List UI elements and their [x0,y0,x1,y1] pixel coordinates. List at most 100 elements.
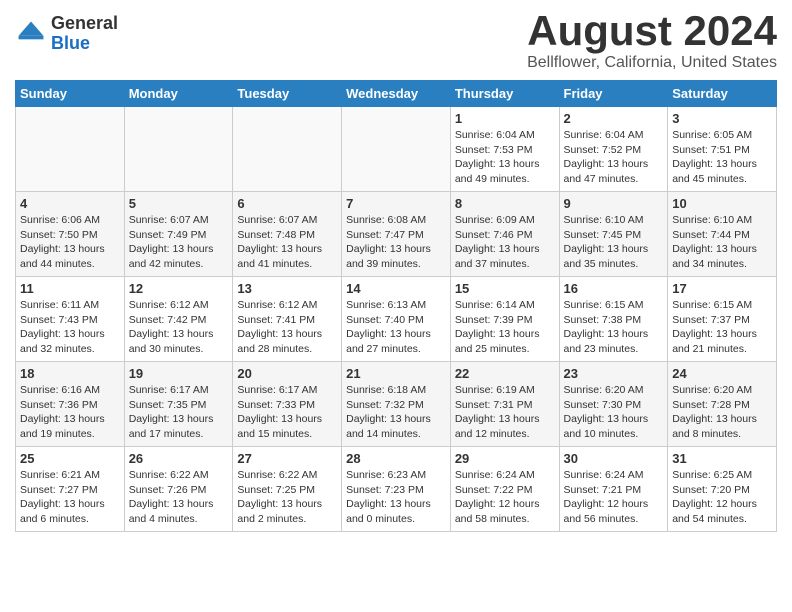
day-number: 22 [455,366,555,381]
day-cell: 28 Sunrise: 6:23 AMSunset: 7:23 PMDayligh… [342,447,451,532]
day-cell: 21Sunrise: 6:18 AMSunset: 7:32 PMDayligh… [342,362,451,447]
day-info: Sunrise: 6:07 AMSunset: 7:48 PMDaylight:… [237,213,337,272]
day-number: 20 [237,366,337,381]
day-cell: 13Sunrise: 6:12 AMSunset: 7:41 PMDayligh… [233,277,342,362]
day-number: 6 [237,196,337,211]
day-cell: 9Sunrise: 6:10 AMSunset: 7:45 PMDaylight… [559,192,668,277]
day-cell: 20 Sunrise: 6:17 AMSunset: 7:33 PMDayligh… [233,362,342,447]
week-row-1: 1 Sunrise: 6:04 AMSunset: 7:53 PMDaylight… [16,107,777,192]
day-number: 30 [564,451,664,466]
day-info: Sunrise: 6:05 AMSunset: 7:51 PMDaylight:… [672,128,772,187]
day-info: Sunrise: 6:09 AMSunset: 7:46 PMDaylight:… [455,213,555,272]
day-number: 24 [672,366,772,381]
day-info: Sunrise: 6:15 AMSunset: 7:37 PMDaylight:… [672,298,772,357]
day-number: 8 [455,196,555,211]
day-cell: 16 Sunrise: 6:15 AMSunset: 7:38 PMDayligh… [559,277,668,362]
day-info: Sunrise: 6:12 AMSunset: 7:41 PMDaylight:… [237,298,337,357]
day-number: 16 [564,281,664,296]
day-info: Sunrise: 6:23 AMSunset: 7:23 PMDaylight:… [346,468,446,527]
day-cell: 1 Sunrise: 6:04 AMSunset: 7:53 PMDaylight… [450,107,559,192]
calendar-title: August 2024 [527,10,777,52]
day-info: Sunrise: 6:12 AMSunset: 7:42 PMDaylight:… [129,298,229,357]
day-cell [16,107,125,192]
day-info: Sunrise: 6:17 AMSunset: 7:33 PMDaylight:… [237,383,337,442]
day-info: Sunrise: 6:08 AMSunset: 7:47 PMDaylight:… [346,213,446,272]
day-number: 17 [672,281,772,296]
day-cell: 17 Sunrise: 6:15 AMSunset: 7:37 PMDayligh… [668,277,777,362]
day-info: Sunrise: 6:11 AMSunset: 7:43 PMDaylight:… [20,298,120,357]
day-cell: 7 Sunrise: 6:08 AMSunset: 7:47 PMDaylight… [342,192,451,277]
day-cell: 4 Sunrise: 6:06 AMSunset: 7:50 PMDaylight… [16,192,125,277]
day-info: Sunrise: 6:04 AMSunset: 7:53 PMDaylight:… [455,128,555,187]
day-number: 12 [129,281,229,296]
day-number: 2 [564,111,664,126]
day-info: Sunrise: 6:21 AMSunset: 7:27 PMDaylight:… [20,468,120,527]
day-cell: 18 Sunrise: 6:16 AMSunset: 7:36 PMDayligh… [16,362,125,447]
day-info: Sunrise: 6:14 AMSunset: 7:39 PMDaylight:… [455,298,555,357]
day-cell: 2 Sunrise: 6:04 AMSunset: 7:52 PMDaylight… [559,107,668,192]
day-info: Sunrise: 6:25 AMSunset: 7:20 PMDaylight:… [672,468,772,527]
day-number: 28 [346,451,446,466]
day-cell: 10 Sunrise: 6:10 AMSunset: 7:44 PMDayligh… [668,192,777,277]
week-row-5: 25Sunrise: 6:21 AMSunset: 7:27 PMDayligh… [16,447,777,532]
day-cell: 15Sunrise: 6:14 AMSunset: 7:39 PMDayligh… [450,277,559,362]
day-cell: 6 Sunrise: 6:07 AMSunset: 7:48 PMDaylight… [233,192,342,277]
day-info: Sunrise: 6:20 AMSunset: 7:30 PMDaylight:… [564,383,664,442]
page-header: General Blue August 2024 Bellflower, Cal… [15,10,777,72]
week-row-2: 4 Sunrise: 6:06 AMSunset: 7:50 PMDaylight… [16,192,777,277]
header-monday: Monday [124,81,233,107]
title-area: August 2024 Bellflower, California, Unit… [527,10,777,72]
day-info: Sunrise: 6:24 AMSunset: 7:21 PMDaylight:… [564,468,664,527]
day-cell [233,107,342,192]
day-info: Sunrise: 6:13 AMSunset: 7:40 PMDaylight:… [346,298,446,357]
day-number: 26 [129,451,229,466]
day-number: 27 [237,451,337,466]
day-cell: 11 Sunrise: 6:11 AMSunset: 7:43 PMDayligh… [16,277,125,362]
header-sunday: Sunday [16,81,125,107]
day-number: 14 [346,281,446,296]
day-info: Sunrise: 6:22 AMSunset: 7:26 PMDaylight:… [129,468,229,527]
day-cell: 30 Sunrise: 6:24 AMSunset: 7:21 PMDayligh… [559,447,668,532]
day-cell: 8 Sunrise: 6:09 AMSunset: 7:46 PMDaylight… [450,192,559,277]
day-info: Sunrise: 6:16 AMSunset: 7:36 PMDaylight:… [20,383,120,442]
day-number: 19 [129,366,229,381]
day-number: 4 [20,196,120,211]
day-cell: 24Sunrise: 6:20 AMSunset: 7:28 PMDayligh… [668,362,777,447]
calendar-table: SundayMondayTuesdayWednesdayThursdayFrid… [15,80,777,532]
day-cell: 27Sunrise: 6:22 AMSunset: 7:25 PMDayligh… [233,447,342,532]
day-number: 3 [672,111,772,126]
calendar-header-row: SundayMondayTuesdayWednesdayThursdayFrid… [16,81,777,107]
day-info: Sunrise: 6:10 AMSunset: 7:44 PMDaylight:… [672,213,772,272]
day-cell: 23 Sunrise: 6:20 AMSunset: 7:30 PMDayligh… [559,362,668,447]
logo-general: General [51,14,118,34]
day-cell: 26 Sunrise: 6:22 AMSunset: 7:26 PMDayligh… [124,447,233,532]
day-info: Sunrise: 6:07 AMSunset: 7:49 PMDaylight:… [129,213,229,272]
day-number: 11 [20,281,120,296]
day-number: 29 [455,451,555,466]
day-cell: 5Sunrise: 6:07 AMSunset: 7:49 PMDaylight… [124,192,233,277]
day-number: 18 [20,366,120,381]
week-row-4: 18 Sunrise: 6:16 AMSunset: 7:36 PMDayligh… [16,362,777,447]
day-cell: 19Sunrise: 6:17 AMSunset: 7:35 PMDayligh… [124,362,233,447]
day-number: 7 [346,196,446,211]
day-info: Sunrise: 6:06 AMSunset: 7:50 PMDaylight:… [20,213,120,272]
header-wednesday: Wednesday [342,81,451,107]
day-cell: 12 Sunrise: 6:12 AMSunset: 7:42 PMDayligh… [124,277,233,362]
day-cell: 29 Sunrise: 6:24 AMSunset: 7:22 PMDayligh… [450,447,559,532]
day-number: 31 [672,451,772,466]
day-info: Sunrise: 6:24 AMSunset: 7:22 PMDaylight:… [455,468,555,527]
calendar-body: 1 Sunrise: 6:04 AMSunset: 7:53 PMDaylight… [16,107,777,532]
day-info: Sunrise: 6:04 AMSunset: 7:52 PMDaylight:… [564,128,664,187]
day-info: Sunrise: 6:15 AMSunset: 7:38 PMDaylight:… [564,298,664,357]
day-cell [342,107,451,192]
logo-text: General Blue [51,14,118,54]
logo-icon [15,18,47,50]
day-number: 21 [346,366,446,381]
day-cell: 31 Sunrise: 6:25 AMSunset: 7:20 PMDayligh… [668,447,777,532]
day-number: 23 [564,366,664,381]
day-cell: 3 Sunrise: 6:05 AMSunset: 7:51 PMDaylight… [668,107,777,192]
day-cell [124,107,233,192]
day-number: 1 [455,111,555,126]
day-info: Sunrise: 6:10 AMSunset: 7:45 PMDaylight:… [564,213,664,272]
day-number: 10 [672,196,772,211]
